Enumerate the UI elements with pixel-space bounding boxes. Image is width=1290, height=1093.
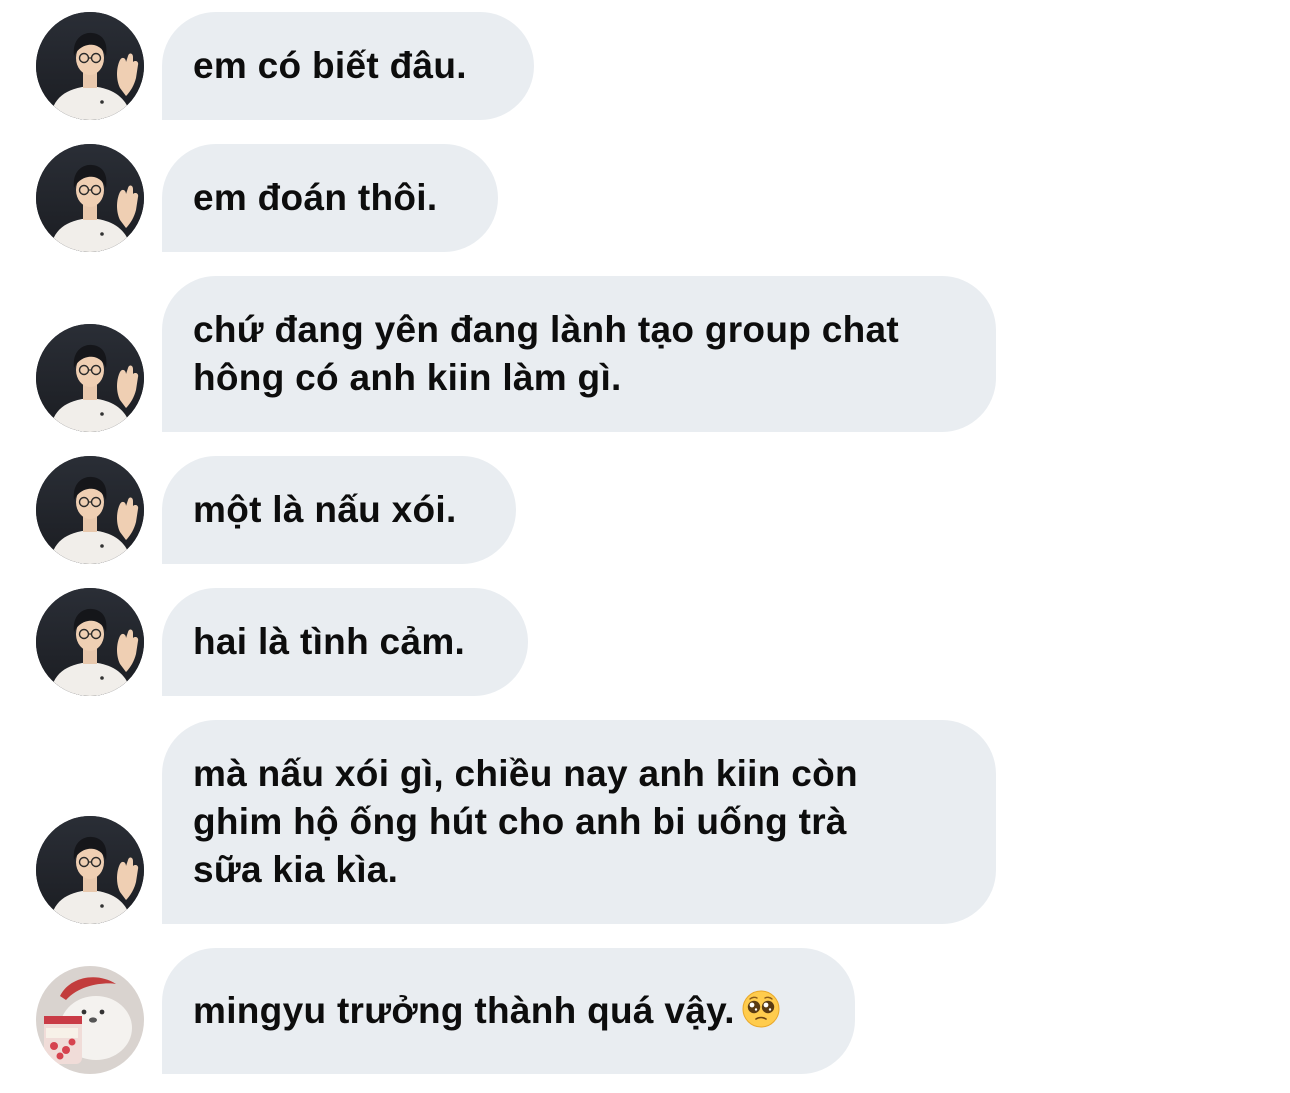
message-text-line: em đoán thôi. [193, 177, 438, 218]
person-photo-avatar-icon [36, 144, 144, 252]
message-bubble[interactable]: em có biết đâu. [162, 12, 534, 120]
person-photo-avatar-icon [36, 324, 144, 432]
message-text-line: hai là tình cảm. [193, 621, 466, 662]
person-photo-avatar[interactable] [36, 588, 144, 696]
cartoon-bear-avatar[interactable] [36, 966, 144, 1074]
person-photo-avatar[interactable] [36, 456, 144, 564]
person-photo-avatar[interactable] [36, 324, 144, 432]
message-text-line: hông có anh kiin làm gì. [193, 357, 622, 398]
person-photo-avatar-icon [36, 588, 144, 696]
message-bubble[interactable]: mingyu trưởng thành quá vậy. [162, 948, 855, 1074]
person-photo-avatar[interactable] [36, 816, 144, 924]
message-bubble[interactable]: chứ đang yên đang lành tạo group chat hô… [162, 276, 996, 432]
message-text-line: một là nấu xói. [193, 489, 457, 530]
person-photo-avatar-icon [36, 816, 144, 924]
message-text-line: mingyu trưởng thành quá vậy. [193, 987, 824, 1035]
message-text-line: mà nấu xói gì, chiều nay anh kiin còn [193, 753, 858, 794]
message-text-line: em có biết đâu. [193, 45, 467, 86]
pleading-face-emoji-icon [741, 989, 781, 1029]
message-text: mingyu trưởng thành quá vậy. [193, 990, 735, 1031]
message-text-line: ghim hộ ống hút cho anh bi uống trà [193, 801, 847, 842]
message-bubble[interactable]: em đoán thôi. [162, 144, 498, 252]
person-photo-avatar-icon [36, 456, 144, 564]
message-bubble[interactable]: mà nấu xói gì, chiều nay anh kiin còn gh… [162, 720, 996, 924]
message-text-line: sữa kia kìa. [193, 849, 399, 890]
person-photo-avatar[interactable] [36, 144, 144, 252]
person-photo-avatar-icon [36, 12, 144, 120]
message-text-line: chứ đang yên đang lành tạo group chat [193, 309, 899, 350]
message-bubble[interactable]: hai là tình cảm. [162, 588, 528, 696]
person-photo-avatar[interactable] [36, 12, 144, 120]
cartoon-bear-avatar-icon [36, 966, 144, 1074]
message-bubble[interactable]: một là nấu xói. [162, 456, 516, 564]
